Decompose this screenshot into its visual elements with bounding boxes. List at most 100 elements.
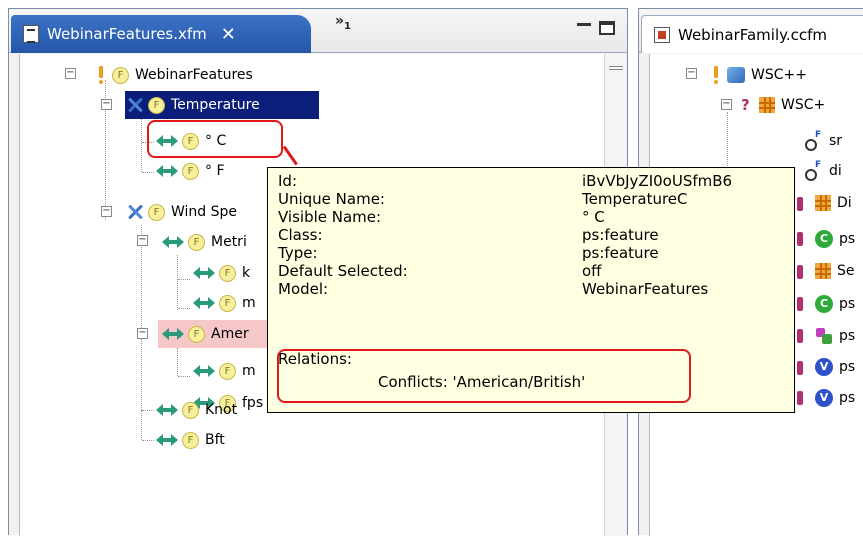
tree-item-label: WSC+ — [781, 97, 826, 113]
tree-item-temperature[interactable]: F Temperature — [126, 92, 260, 118]
tree-item-component[interactable]: Se — [815, 258, 855, 284]
property-icon — [805, 130, 823, 151]
minimize-icon[interactable] — [577, 23, 591, 27]
tree-item-multi[interactable]: ps — [815, 323, 855, 349]
optional-relation-icon — [193, 266, 215, 280]
tree-item-label: ps — [839, 390, 856, 406]
tooltip-value: off — [582, 262, 602, 280]
collapse-toggle[interactable]: − — [137, 235, 148, 246]
tree-item-label: Amer — [211, 326, 249, 342]
variant-icon: V — [815, 358, 833, 376]
tree-item-class[interactable]: C ps — [815, 291, 855, 317]
tree-item-label: m — [242, 295, 256, 311]
collapse-toggle[interactable]: − — [65, 68, 76, 79]
collapse-toggle[interactable]: − — [137, 328, 148, 339]
tree-guide-line — [177, 348, 178, 376]
optional-relation-icon — [162, 235, 184, 249]
feature-icon: F — [188, 325, 205, 343]
tree-item-label: k — [242, 265, 251, 281]
tooltip-key: Id: — [278, 172, 297, 190]
tree-item-variant[interactable]: V ps — [815, 354, 855, 380]
tree-item-wsc-root[interactable]: WSC++ — [711, 62, 807, 88]
tree-guide-line — [178, 308, 190, 309]
tree-item-label: fps — [242, 395, 264, 411]
tree-item-label: ps — [839, 328, 856, 344]
tree-item-label: ps — [839, 231, 856, 247]
tree-item-property[interactable]: di — [805, 158, 842, 184]
tree-item-property[interactable]: sr — [805, 128, 842, 154]
tree-item-knot[interactable]: F Knot — [156, 397, 237, 423]
alternative-group-icon — [126, 96, 144, 114]
tree-item-label: sr — [829, 133, 843, 149]
tree-item-label: WebinarFeatures — [135, 67, 253, 83]
annotation-relations-highlight — [277, 349, 691, 403]
tree-item-label: Se — [837, 263, 855, 279]
tree-item-webinar-features[interactable]: F WebinarFeatures — [96, 62, 253, 88]
tree-item-metric-child[interactable]: F k — [193, 260, 250, 286]
alternative-group-icon — [126, 203, 144, 221]
optional-marker-icon — [797, 361, 803, 375]
optional-marker-icon — [797, 329, 803, 343]
tree-guide-line — [141, 225, 142, 410]
overflow-count: 1 — [344, 20, 352, 32]
component-icon — [815, 195, 831, 211]
feature-icon: F — [188, 233, 205, 251]
scrollbar-thumb[interactable] — [609, 66, 623, 70]
class-icon: C — [815, 230, 833, 248]
component-icon — [759, 97, 775, 113]
tooltip-key: Model: — [278, 280, 329, 298]
feature-icon: F — [112, 66, 129, 84]
collapse-toggle[interactable]: − — [101, 99, 112, 110]
tree-item-component[interactable]: Di — [815, 190, 852, 216]
feature-model-file-icon — [23, 25, 39, 43]
tab-webinar-family[interactable]: WebinarFamily.ccfm — [641, 15, 863, 53]
tree-item-label: WSC++ — [751, 67, 807, 83]
optional-relation-icon — [156, 433, 178, 447]
tree-item-label: di — [829, 163, 842, 179]
tab-overflow-button[interactable]: »1 — [335, 13, 351, 32]
tree-item-label: ° F — [205, 163, 225, 179]
tab-webinar-features[interactable]: WebinarFeatures.xfm ✕ — [11, 15, 311, 53]
tree-item-fahrenheit[interactable]: F ° F — [156, 158, 225, 184]
mandatory-icon — [711, 66, 721, 84]
optional-relation-icon — [193, 364, 215, 378]
editor-tab-bar: WebinarFamily.ccfm — [639, 9, 863, 53]
tree-item-wsc[interactable]: ? WSC+ — [741, 92, 825, 118]
maximize-icon[interactable] — [599, 21, 615, 35]
tooltip-key: Visible Name: — [278, 208, 382, 226]
close-tab-icon[interactable]: ✕ — [221, 24, 236, 45]
tree-item-bft[interactable]: F Bft — [156, 427, 225, 453]
optional-marker-icon — [797, 297, 803, 311]
property-icon — [805, 160, 823, 181]
tooltip-value: WebinarFeatures — [582, 280, 709, 298]
tree-item-metric-child[interactable]: F m — [193, 290, 256, 316]
tooltip-value: iBvVbJyZI0oUSfmB6 — [582, 172, 733, 190]
collapse-toggle[interactable]: − — [101, 206, 112, 217]
tooltip-key: Default Selected: — [278, 262, 408, 280]
feature-icon: F — [182, 162, 199, 180]
optional-marker-icon — [797, 265, 803, 279]
tree-guide-line — [177, 255, 178, 310]
tree-item-metric[interactable]: F Metri — [162, 229, 247, 255]
component-icon — [815, 263, 831, 279]
tree-guide-line — [141, 410, 142, 440]
optional-relation-icon — [193, 296, 215, 310]
tree-item-american[interactable]: F Amer — [162, 321, 249, 347]
tree-item-class[interactable]: C ps — [815, 226, 855, 252]
tooltip-value: ps:feature — [582, 226, 659, 244]
family-model-file-icon — [654, 26, 670, 43]
class-icon: C — [815, 295, 833, 313]
aspect-icon — [815, 327, 833, 345]
tree-guide-line — [142, 410, 154, 411]
feature-icon: F — [182, 431, 199, 449]
tooltip-value: ps:feature — [582, 244, 659, 262]
collapse-toggle[interactable]: − — [686, 68, 697, 79]
tree-item-american-child[interactable]: F m — [193, 358, 256, 384]
tooltip-value: TemperatureC — [582, 190, 688, 208]
tree-item-wind-speed[interactable]: F Wind Spe — [126, 199, 237, 225]
tree-item-label: Bft — [205, 432, 225, 448]
tree-item-variant-warning[interactable]: V ps — [815, 385, 855, 411]
collapse-toggle[interactable]: − — [721, 99, 732, 110]
tooltip-key: Unique Name: — [278, 190, 385, 208]
overflow-chevron-icon: » — [335, 13, 345, 29]
